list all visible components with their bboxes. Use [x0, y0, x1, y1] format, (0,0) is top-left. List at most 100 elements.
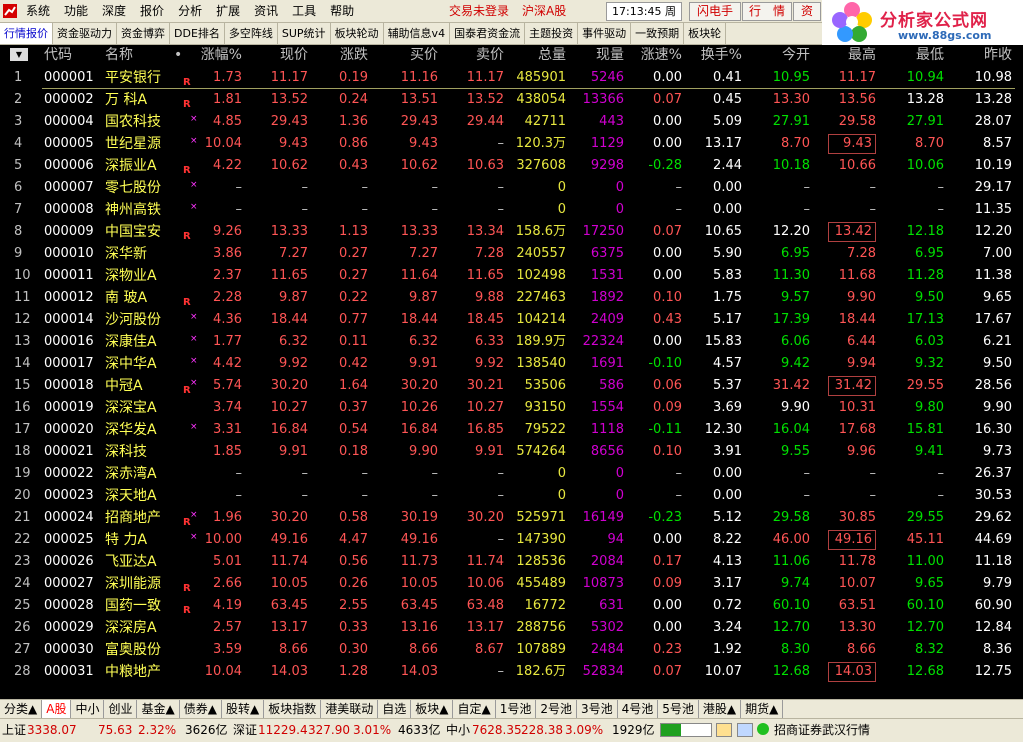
stock-code[interactable]: 000026 [44, 551, 94, 573]
table-row[interactable]: 5 000006 深振业A R 4.22 10.62 0.43 10.62 10.63 32760… [0, 155, 1023, 177]
stock-name[interactable]: 富奥股份 [105, 639, 161, 661]
stock-name[interactable]: 国药一致 [105, 595, 161, 617]
market-tab[interactable]: 3号池 [577, 700, 618, 718]
market-tab[interactable]: 板块指数 [264, 700, 322, 718]
market-tab[interactable]: 4号池 [618, 700, 659, 718]
info-button[interactable]: 资 [793, 2, 821, 21]
stock-code[interactable]: 000025 [44, 529, 94, 551]
column-header[interactable]: 换手% [686, 45, 742, 66]
column-header[interactable]: 名称 [105, 45, 165, 66]
table-row[interactable]: 28 000031 中粮地产 10.04 14.03 1.28 14.03 –182.6万 52… [0, 661, 1023, 683]
table-row[interactable]: 21 000024 招商地产 R × 1.96 30.20 0.58 30.19 30.20 525… [0, 507, 1023, 529]
stock-name[interactable]: 深中华A [105, 353, 157, 375]
market-tab[interactable]: 1号池 [496, 700, 537, 718]
stock-name[interactable]: 深华新 [105, 243, 147, 265]
stock-name[interactable]: 世纪星源 [105, 133, 161, 155]
menu-item[interactable]: 系统 [22, 0, 60, 22]
column-header[interactable]: 买价 [376, 45, 438, 66]
stock-code[interactable]: 000024 [44, 507, 94, 529]
market-tab[interactable]: 2号池 [536, 700, 577, 718]
stock-name[interactable]: 深圳能源 [105, 573, 161, 595]
column-header[interactable]: 最低 [884, 45, 944, 66]
table-row[interactable]: 6 000007 零七股份 × – – – – –0 0–0.00– – –29.17 [0, 177, 1023, 199]
table-row[interactable]: 10 000011 深物业A 2.37 11.65 0.27 11.64 11.65 10249… [0, 265, 1023, 287]
market-tab[interactable]: 创业 [104, 700, 138, 718]
stock-code[interactable]: 000017 [44, 353, 94, 375]
table-row[interactable]: 25 000028 国药一致 R 4.19 63.45 2.55 63.45 63.48 1677… [0, 595, 1023, 617]
stock-name[interactable]: 深赤湾A [105, 463, 157, 485]
stock-name[interactable]: 特 力A [105, 529, 147, 551]
tab-item[interactable]: 资金驱动力 [53, 23, 117, 44]
market-tab[interactable]: 港股▲ [699, 700, 742, 718]
stock-code[interactable]: 000009 [44, 221, 94, 243]
stock-code[interactable]: 000019 [44, 397, 94, 419]
table-row[interactable]: 15 000018 中冠A R × 5.74 30.20 1.64 30.20 30.21 5350… [0, 375, 1023, 397]
link-icon[interactable] [737, 723, 753, 737]
column-header[interactable]: 昨收 [950, 45, 1012, 66]
tab-item[interactable]: 资金博弈 [117, 23, 170, 44]
stock-code[interactable]: 000002 [44, 89, 94, 111]
tab-item[interactable]: 一致预期 [631, 23, 685, 44]
table-row[interactable]: 18 000021 深科技 1.85 9.91 0.18 9.90 9.91 574264 865… [0, 441, 1023, 463]
menu-item[interactable]: 资讯 [250, 0, 288, 22]
market-tab[interactable]: 板块▲ [411, 700, 454, 718]
sz-index[interactable]: 11229.4 [258, 719, 308, 741]
stock-name[interactable]: 南 玻A [105, 287, 147, 309]
tab-item[interactable]: 板块轮动 [331, 23, 384, 44]
market-tab[interactable]: 股转▲ [222, 700, 265, 718]
column-header[interactable]: 涨速% [628, 45, 682, 66]
stock-code[interactable]: 000021 [44, 441, 94, 463]
table-row[interactable]: 11 000012 南 玻A R 2.28 9.87 0.22 9.87 9.88 227463 1… [0, 287, 1023, 309]
stock-code[interactable]: 000018 [44, 375, 94, 397]
stock-code[interactable]: 000027 [44, 573, 94, 595]
sort-down-icon[interactable]: ▼ [10, 48, 28, 61]
column-header[interactable]: 现量 [570, 45, 624, 66]
stock-code[interactable]: 000020 [44, 419, 94, 441]
tab-item[interactable]: SUP统计 [278, 23, 331, 44]
table-row[interactable]: 27 000030 富奥股份 3.59 8.66 0.30 8.66 8.67 107889 24… [0, 639, 1023, 661]
table-row[interactable]: 20 000023 深天地A – – – – – 0 0 – 0.00 – – – 30.53 [0, 485, 1023, 507]
table-row[interactable]: 24 000027 深圳能源 R 2.66 10.05 0.26 10.05 10.06 4554… [0, 573, 1023, 595]
login-status[interactable]: 交易未登录 [449, 0, 509, 22]
stock-name[interactable]: 飞亚达A [105, 551, 157, 573]
market-tab[interactable]: 分类▲ [0, 700, 43, 718]
stock-name[interactable]: 中粮地产 [105, 661, 161, 683]
market-tab[interactable]: 基金▲ [137, 700, 180, 718]
stock-name[interactable]: 深深宝A [105, 397, 157, 419]
stock-name[interactable]: 深科技 [105, 441, 147, 463]
stock-code[interactable]: 000011 [44, 265, 94, 287]
table-row[interactable]: 16 000019 深深宝A 3.74 10.27 0.37 10.26 10.27 93150… [0, 397, 1023, 419]
stock-code[interactable]: 000014 [44, 309, 94, 331]
column-header[interactable]: 今开 [748, 45, 810, 66]
market-tab[interactable]: 期货▲ [741, 700, 784, 718]
column-header[interactable]: 涨跌 [316, 45, 368, 66]
table-row[interactable]: 1 000001 平安银行 R 1.73 11.17 0.19 11.16 11.17 48590… [0, 67, 1023, 89]
stock-name[interactable]: 平安银行 [105, 67, 161, 89]
table-row[interactable]: 4 000005 世纪星源 × 10.04 9.43 0.86 9.43–120.3万 1129… [0, 133, 1023, 155]
menu-item[interactable]: 帮助 [326, 0, 364, 22]
tab-item[interactable]: 行情报价 [0, 23, 53, 44]
market-tab[interactable]: A股 [42, 700, 72, 718]
quote-button[interactable]: 行 情 [742, 2, 792, 21]
stock-name[interactable]: 国农科技 [105, 111, 161, 133]
zx-index[interactable]: 7628.35 [472, 719, 522, 741]
stock-code[interactable]: 000005 [44, 133, 94, 155]
stock-name[interactable]: 深华发A [105, 419, 157, 441]
stock-name[interactable]: 中国宝安 [105, 221, 161, 243]
table-row[interactable]: 19 000022 深赤湾A – – – – – 0 0 – 0.00 – – – 26.37 [0, 463, 1023, 485]
tab-item[interactable]: 辅助信息v4 [384, 23, 451, 44]
column-header[interactable]: 最高 [818, 45, 876, 66]
tab-item[interactable]: 多空阵线 [225, 23, 278, 44]
market-tab[interactable]: 债券▲ [180, 700, 222, 718]
column-header[interactable]: 总量 [508, 45, 566, 66]
stock-code[interactable]: 000004 [44, 111, 94, 133]
market-tab[interactable]: 港美联动 [321, 700, 379, 718]
stock-code[interactable]: 000008 [44, 199, 94, 221]
market-tab[interactable]: 5号池 [658, 700, 699, 718]
stock-code[interactable]: 000016 [44, 331, 94, 353]
column-header[interactable]: 现价 [250, 45, 308, 66]
tab-item[interactable]: 国泰君资金流 [450, 23, 526, 44]
market-tab[interactable]: 自定▲ [453, 700, 496, 718]
flash-trade-button[interactable]: 闪电手 [689, 2, 741, 21]
stock-name[interactable]: 沙河股份 [105, 309, 161, 331]
